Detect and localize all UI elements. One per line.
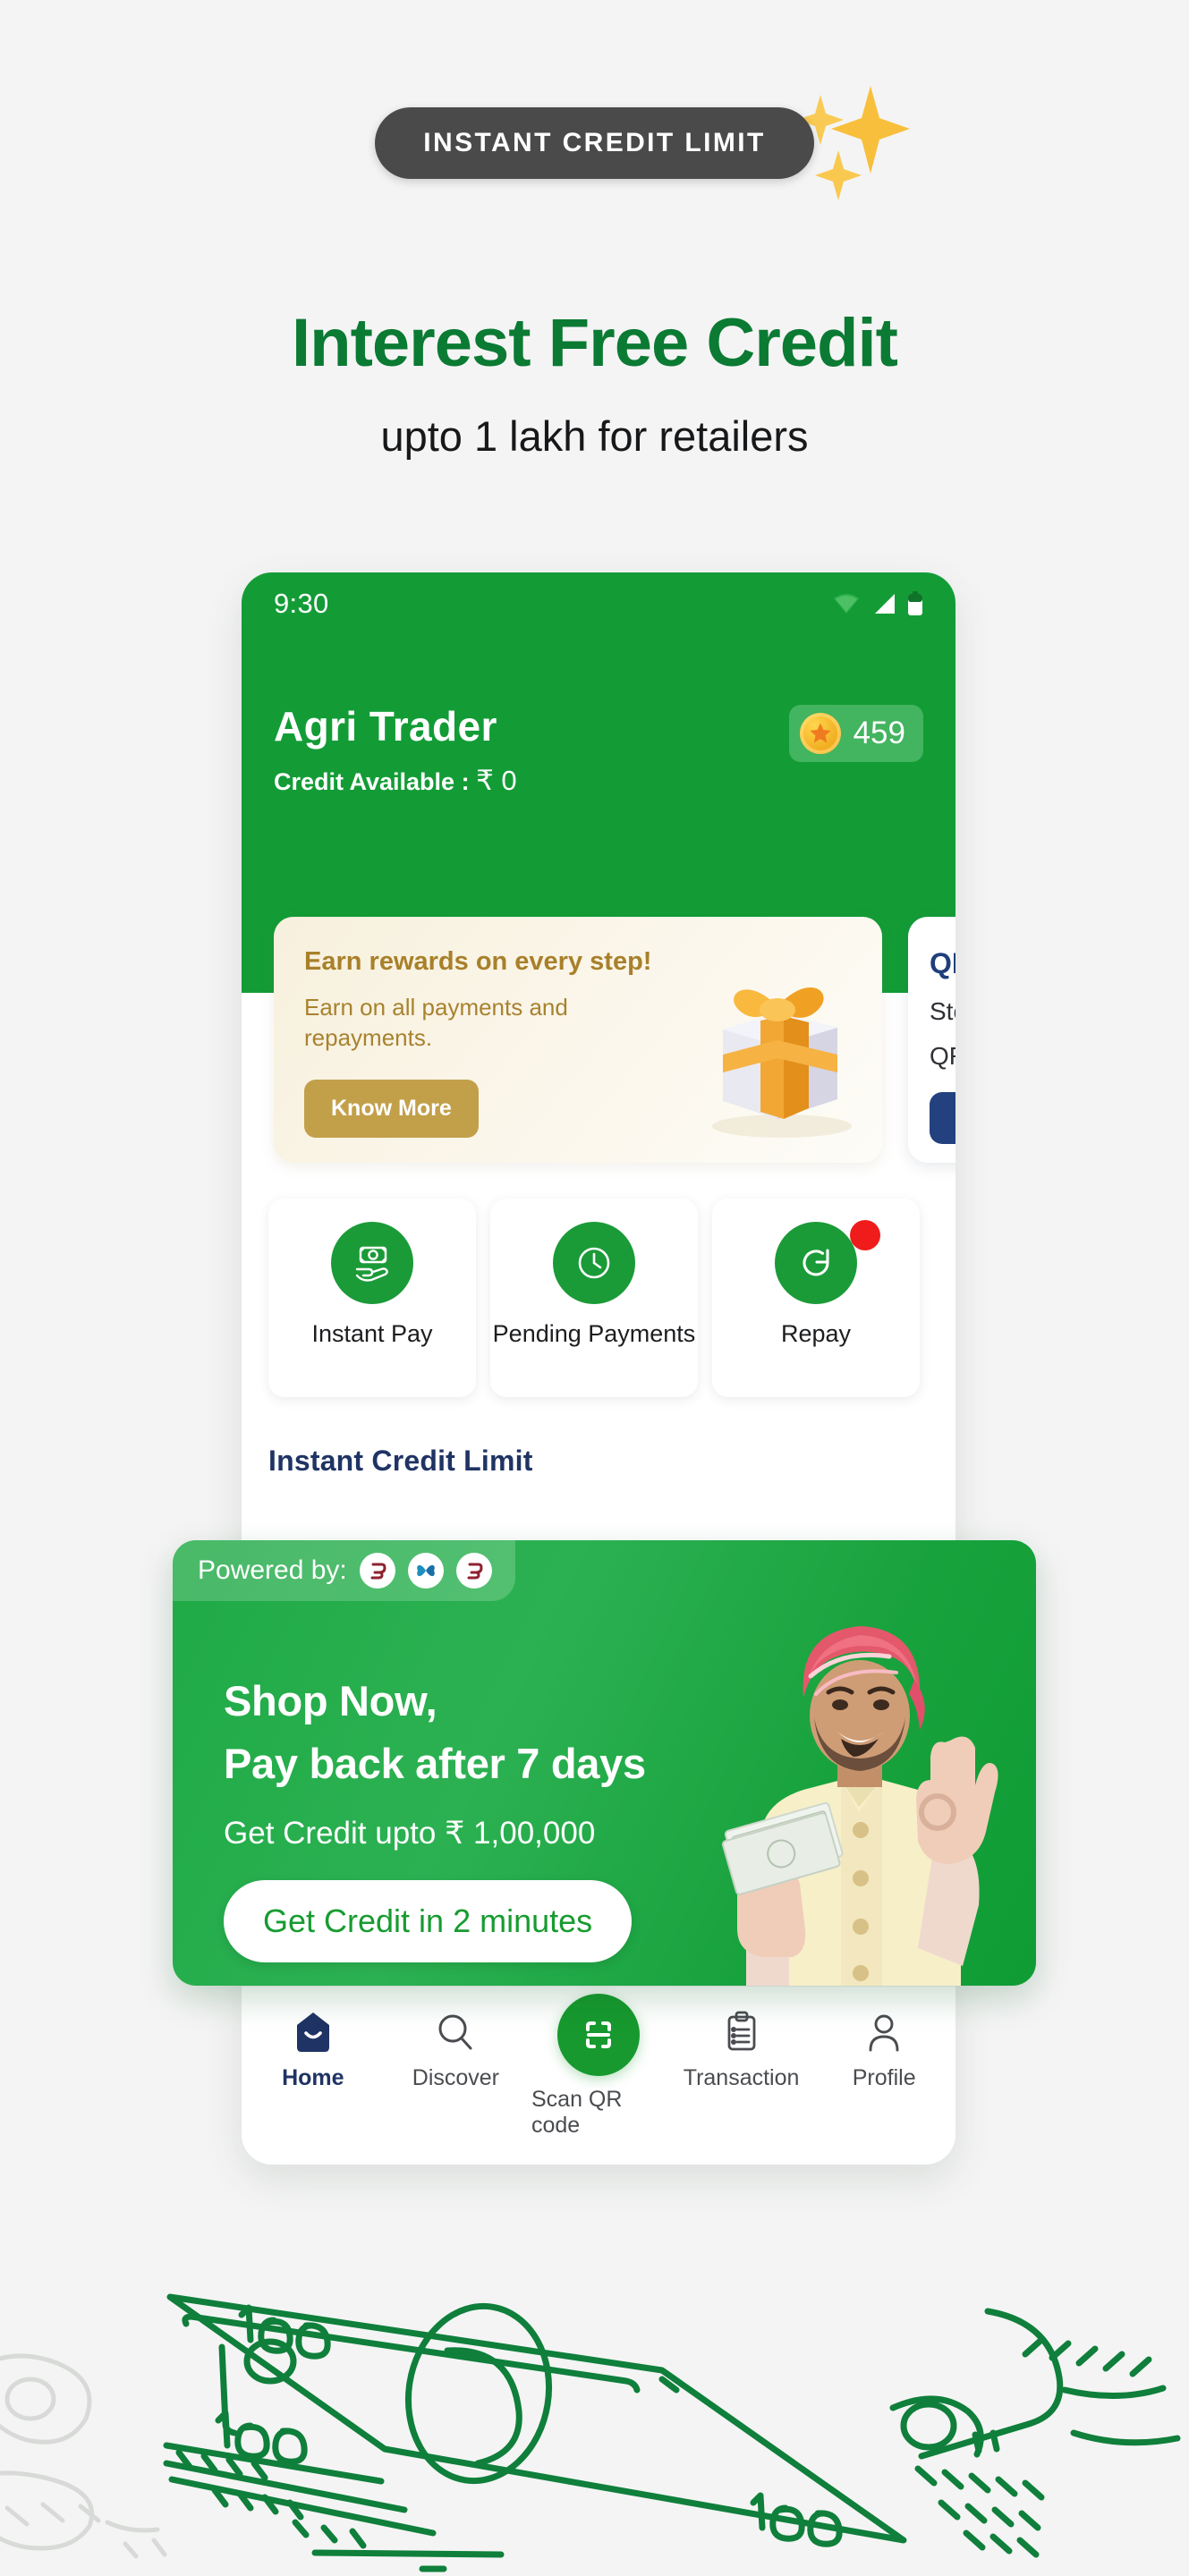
know-more-button[interactable]: Know More [304,1080,479,1138]
search-icon [435,2008,476,2056]
qr-card-line2: QR [930,1042,955,1070]
scan-qr-icon [556,1994,640,2076]
page-headline: Interest Free Credit [292,305,898,381]
credit-available-amount: ₹ 0 [476,765,517,796]
quick-action-repay[interactable]: Repay [712,1199,920,1397]
farmer-ok-gesture-photo [721,1626,998,1986]
partner-butterfly-icon [407,1553,444,1589]
promo-heading-line2: Pay back after 7 days [224,1740,646,1787]
nav-label: Home [282,2065,344,2090]
quick-action-label: Pending Payments [492,1320,696,1347]
qr-store-card[interactable]: QR Sto QR [908,917,955,1163]
battery-icon [908,591,922,615]
nav-item-scan-qr[interactable]: Scan QR code [531,1994,666,2139]
quick-action-instant-pay[interactable]: Instant Pay [268,1199,476,1397]
top-badge-container: INSTANT CREDIT LIMIT [0,107,1189,179]
qr-card-line1: Sto [930,997,955,1025]
gift-box-icon [712,987,852,1138]
page-subheadline: upto 1 lakh for retailers [380,412,809,460]
nav-item-home[interactable]: Home [246,2008,380,2091]
promo-heading-line1: Shop Now, [224,1677,437,1724]
nav-item-transaction[interactable]: Transaction [675,2008,809,2091]
home-tag-icon [293,2008,333,2056]
status-bar: 9:30 [242,572,955,635]
nav-label: Discover [412,2065,500,2090]
promo-subtext: Get Credit upto ₹ 1,00,000 [224,1816,596,1851]
status-bar-time: 9:30 [274,588,329,619]
coin-badge-value: 459 [853,716,905,750]
nav-label: Transaction [683,2065,800,2090]
credit-available-row: Credit Available : ₹ 0 [274,765,517,797]
rewards-card[interactable]: Earn rewards on every step! Earn on all … [274,917,882,1163]
refresh-icon [775,1222,857,1304]
qr-card-title: QR [930,947,955,979]
partner-swirl-icon [455,1553,492,1589]
get-credit-button[interactable]: Get Credit in 2 minutes [224,1880,633,1962]
quick-actions-row: Instant Pay Pending Payments Repay [268,1199,930,1397]
nav-item-discover[interactable]: Discover [388,2008,522,2091]
promo-banner: Powered by: Shop Now, Pay back after 7 d… [173,1540,1036,1986]
partner-swirl-icon [359,1553,395,1589]
coin-badge[interactable]: 459 [788,705,923,762]
rewards-card-subtitle: Earn on all payments and repayments. [304,994,568,1052]
nav-label: Scan QR code [531,2087,623,2138]
powered-by-label: Powered by: [198,1555,347,1585]
qr-card-button[interactable] [930,1092,955,1144]
instant-credit-limit-section-title: Instant Credit Limit [268,1445,533,1477]
bottom-navigation: Home Discover Scan QR code Transaction P… [242,1986,955,2165]
quick-action-pending-payments[interactable]: Pending Payments [490,1199,698,1397]
wifi-icon [834,594,859,614]
clipboard-list-icon [723,2008,760,2056]
rewards-card-title: Earn rewards on every step! [304,947,652,976]
instant-credit-limit-badge: INSTANT CREDIT LIMIT [375,107,814,179]
repay-notification-badge [850,1220,880,1250]
clock-icon [553,1222,635,1304]
nav-label: Profile [852,2065,916,2090]
app-title: Agri Trader [274,703,497,750]
money-in-hand-icon [331,1222,413,1304]
status-bar-icons [832,591,923,616]
signal-icon [875,594,895,614]
quick-action-label: Instant Pay [311,1320,433,1347]
credit-available-label: Credit Available : [274,768,470,795]
quick-action-label: Repay [780,1320,852,1347]
coin-star-icon [799,713,841,754]
hand-holding-cash-line-art [0,2293,1181,2572]
person-icon [865,2008,903,2056]
powered-by-strip: Powered by: [173,1540,515,1601]
nav-item-profile[interactable]: Profile [817,2008,951,2091]
